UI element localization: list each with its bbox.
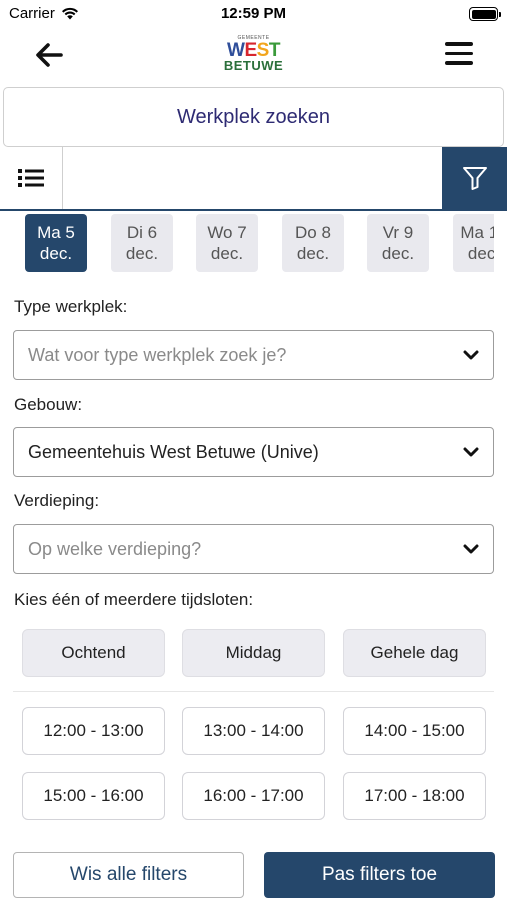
timeslot-button[interactable]: 14:00 - 15:00: [343, 707, 486, 755]
day-chip-month: dec.: [381, 244, 415, 263]
day-chip-month: dec.: [467, 244, 494, 263]
day-chip-month: dec.: [125, 244, 159, 263]
day-chip-day: Ma 12: [460, 223, 494, 242]
logo: GEMEENTE WEST BETUWE: [0, 36, 507, 73]
list-view-button[interactable]: [0, 147, 63, 209]
day-chip-month: dec.: [39, 244, 73, 263]
search-row: [0, 147, 507, 211]
day-chip[interactable]: Wo 7 dec.: [196, 214, 258, 272]
hamburger-icon: [445, 42, 473, 65]
status-time: 12:59 PM: [220, 5, 287, 22]
filter-button[interactable]: [442, 147, 507, 209]
filter-icon: [462, 167, 487, 190]
day-chip-month: dec.: [296, 244, 330, 263]
timeslots-label: Kies één of meerdere tijdsloten:: [14, 590, 254, 609]
day-selector: Ma 5 dec. Di 6 dec. Wo 7 dec. Do 8 dec. …: [0, 211, 494, 277]
day-chip-day: Wo 7: [207, 223, 247, 242]
list-icon: [18, 169, 44, 187]
day-chip-month: dec.: [210, 244, 244, 263]
chevron-down-icon: [463, 350, 479, 360]
day-chip[interactable]: Ma 12 dec.: [453, 214, 494, 272]
day-chip-day: Di 6: [126, 223, 158, 242]
divider: [13, 691, 494, 692]
type-select-placeholder: Wat voor type werkplek zoek je?: [28, 344, 287, 365]
building-select[interactable]: Gemeentehuis West Betuwe (Unive): [13, 427, 494, 477]
floor-select-placeholder: Op welke verdieping?: [28, 538, 202, 559]
day-chip-day: Do 8: [295, 223, 331, 242]
nav-bar: GEMEENTE WEST BETUWE: [0, 28, 507, 84]
building-select-value: Gemeentehuis West Betuwe (Unive): [28, 441, 319, 462]
clear-filters-button[interactable]: Wis alle filters: [13, 852, 244, 898]
timeslot-button[interactable]: 12:00 - 13:00: [22, 707, 165, 755]
type-label: Type werkplek:: [14, 297, 128, 316]
status-bar: Carrier 12:59 PM: [0, 0, 507, 28]
page-title: Werkplek zoeken: [3, 87, 504, 147]
day-chip[interactable]: Do 8 dec.: [282, 214, 344, 272]
day-chip-day: Vr 9: [382, 223, 414, 242]
battery-icon: [469, 7, 501, 21]
day-chip[interactable]: Di 6 dec.: [111, 214, 173, 272]
timeslot-button[interactable]: 17:00 - 18:00: [343, 772, 486, 820]
menu-button[interactable]: [445, 42, 473, 66]
chevron-down-icon: [463, 544, 479, 554]
logo-betuwe: BETUWE: [223, 58, 284, 73]
timeslot-button[interactable]: 16:00 - 17:00: [182, 772, 325, 820]
daypart-morning-button[interactable]: Ochtend: [22, 629, 165, 677]
type-select[interactable]: Wat voor type werkplek zoek je?: [13, 330, 494, 380]
timeslot-button[interactable]: 13:00 - 14:00: [182, 707, 325, 755]
day-chip[interactable]: Ma 5 dec.: [25, 214, 87, 272]
day-chip[interactable]: Vr 9 dec.: [367, 214, 429, 272]
chevron-down-icon: [463, 447, 479, 457]
timeslot-button[interactable]: 15:00 - 16:00: [22, 772, 165, 820]
building-label: Gebouw:: [14, 395, 83, 414]
day-chip-day: Ma 5: [37, 223, 75, 242]
floor-select[interactable]: Op welke verdieping?: [13, 524, 494, 574]
floor-label: Verdieping:: [14, 491, 100, 510]
daypart-fullday-button[interactable]: Gehele dag: [343, 629, 486, 677]
apply-filters-button[interactable]: Pas filters toe: [264, 852, 495, 898]
search-input[interactable]: [63, 147, 442, 209]
daypart-afternoon-button[interactable]: Middag: [182, 629, 325, 677]
